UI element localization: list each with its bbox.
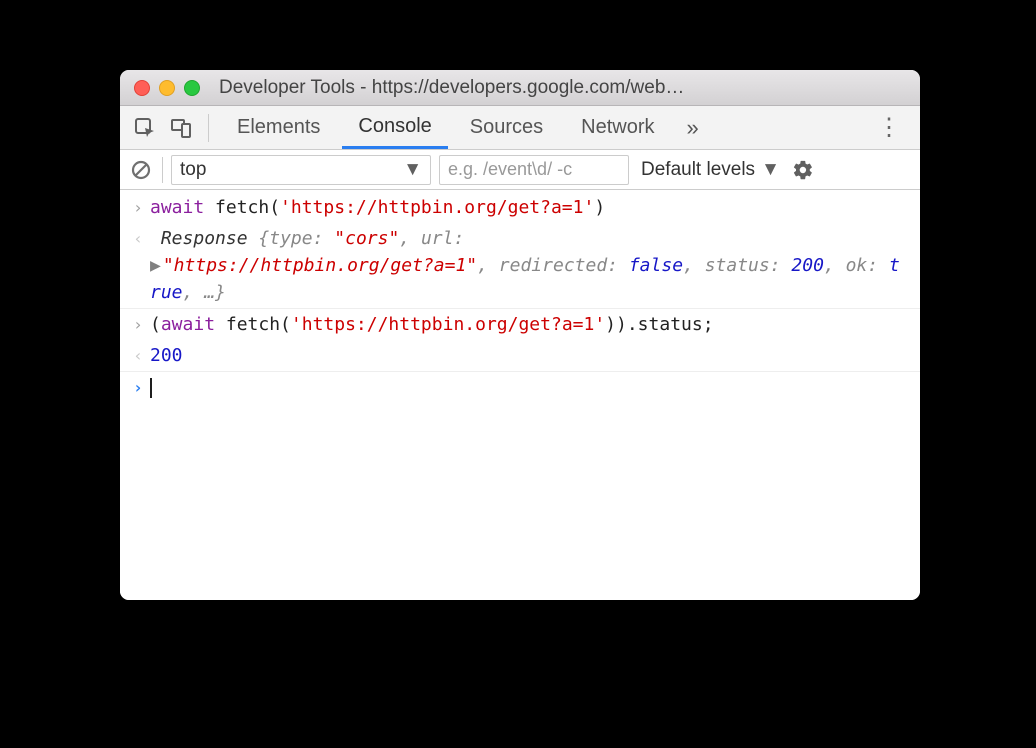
text-caret	[150, 378, 152, 398]
tabs-overflow-button[interactable]: »	[677, 115, 709, 141]
tab-console[interactable]: Console	[342, 106, 447, 149]
output-chevron-icon: ›	[126, 342, 150, 369]
tab-sources[interactable]: Sources	[454, 106, 559, 149]
dropdown-triangle-icon: ▼	[761, 159, 780, 181]
devtools-tabbar: Elements Console Sources Network » ⋮	[120, 106, 920, 150]
filter-placeholder: e.g. /event\d/ -c	[448, 159, 572, 180]
execution-context-selector[interactable]: top ▼	[171, 155, 431, 185]
console-result-row: › 200	[120, 340, 920, 372]
console-input-row: › await fetch('https://httpbin.org/get?a…	[120, 192, 920, 223]
device-toolbar-icon[interactable]	[166, 113, 196, 143]
console-result-row: › .Response {type: "cors", url: ▶"https:…	[120, 223, 920, 309]
console-command: (await fetch('https://httpbin.org/get?a=…	[150, 311, 910, 338]
output-chevron-icon: ›	[126, 225, 150, 306]
expand-triangle-icon[interactable]: ▶	[150, 255, 161, 276]
levels-label: Default levels	[641, 159, 755, 181]
inspect-element-icon[interactable]	[130, 113, 160, 143]
context-label: top	[180, 159, 206, 181]
window-close-button[interactable]	[134, 80, 150, 96]
input-chevron-icon: ›	[126, 311, 150, 338]
console-input-row: › (await fetch('https://httpbin.org/get?…	[120, 309, 920, 340]
window-minimize-button[interactable]	[159, 80, 175, 96]
dropdown-triangle-icon: ▼	[403, 159, 422, 181]
console-toolbar: top ▼ e.g. /event\d/ -c Default levels ▼	[120, 150, 920, 190]
console-prompt-row[interactable]: ›	[120, 372, 920, 403]
console-settings-icon[interactable]	[792, 159, 814, 181]
console-result-value: 200	[150, 342, 910, 369]
log-levels-selector[interactable]: Default levels ▼	[641, 159, 780, 181]
input-chevron-icon: ›	[126, 194, 150, 221]
devtools-menu-icon[interactable]: ⋮	[869, 113, 910, 142]
console-command: await fetch('https://httpbin.org/get?a=1…	[150, 194, 910, 221]
tab-network[interactable]: Network	[565, 106, 670, 149]
console-output[interactable]: › await fetch('https://httpbin.org/get?a…	[120, 190, 920, 600]
clear-console-icon[interactable]	[128, 157, 154, 183]
window-title: Developer Tools - https://developers.goo…	[219, 77, 906, 99]
divider	[208, 114, 209, 142]
tab-elements[interactable]: Elements	[221, 106, 336, 149]
devtools-window: Developer Tools - https://developers.goo…	[120, 70, 920, 600]
prompt-chevron-icon: ›	[126, 374, 150, 401]
window-titlebar: Developer Tools - https://developers.goo…	[120, 70, 920, 106]
console-filter-input[interactable]: e.g. /event\d/ -c	[439, 155, 629, 185]
console-prompt-input[interactable]	[150, 374, 910, 401]
divider	[162, 157, 163, 183]
window-zoom-button[interactable]	[184, 80, 200, 96]
console-result-object[interactable]: .Response {type: "cors", url: ▶"https://…	[150, 225, 910, 306]
